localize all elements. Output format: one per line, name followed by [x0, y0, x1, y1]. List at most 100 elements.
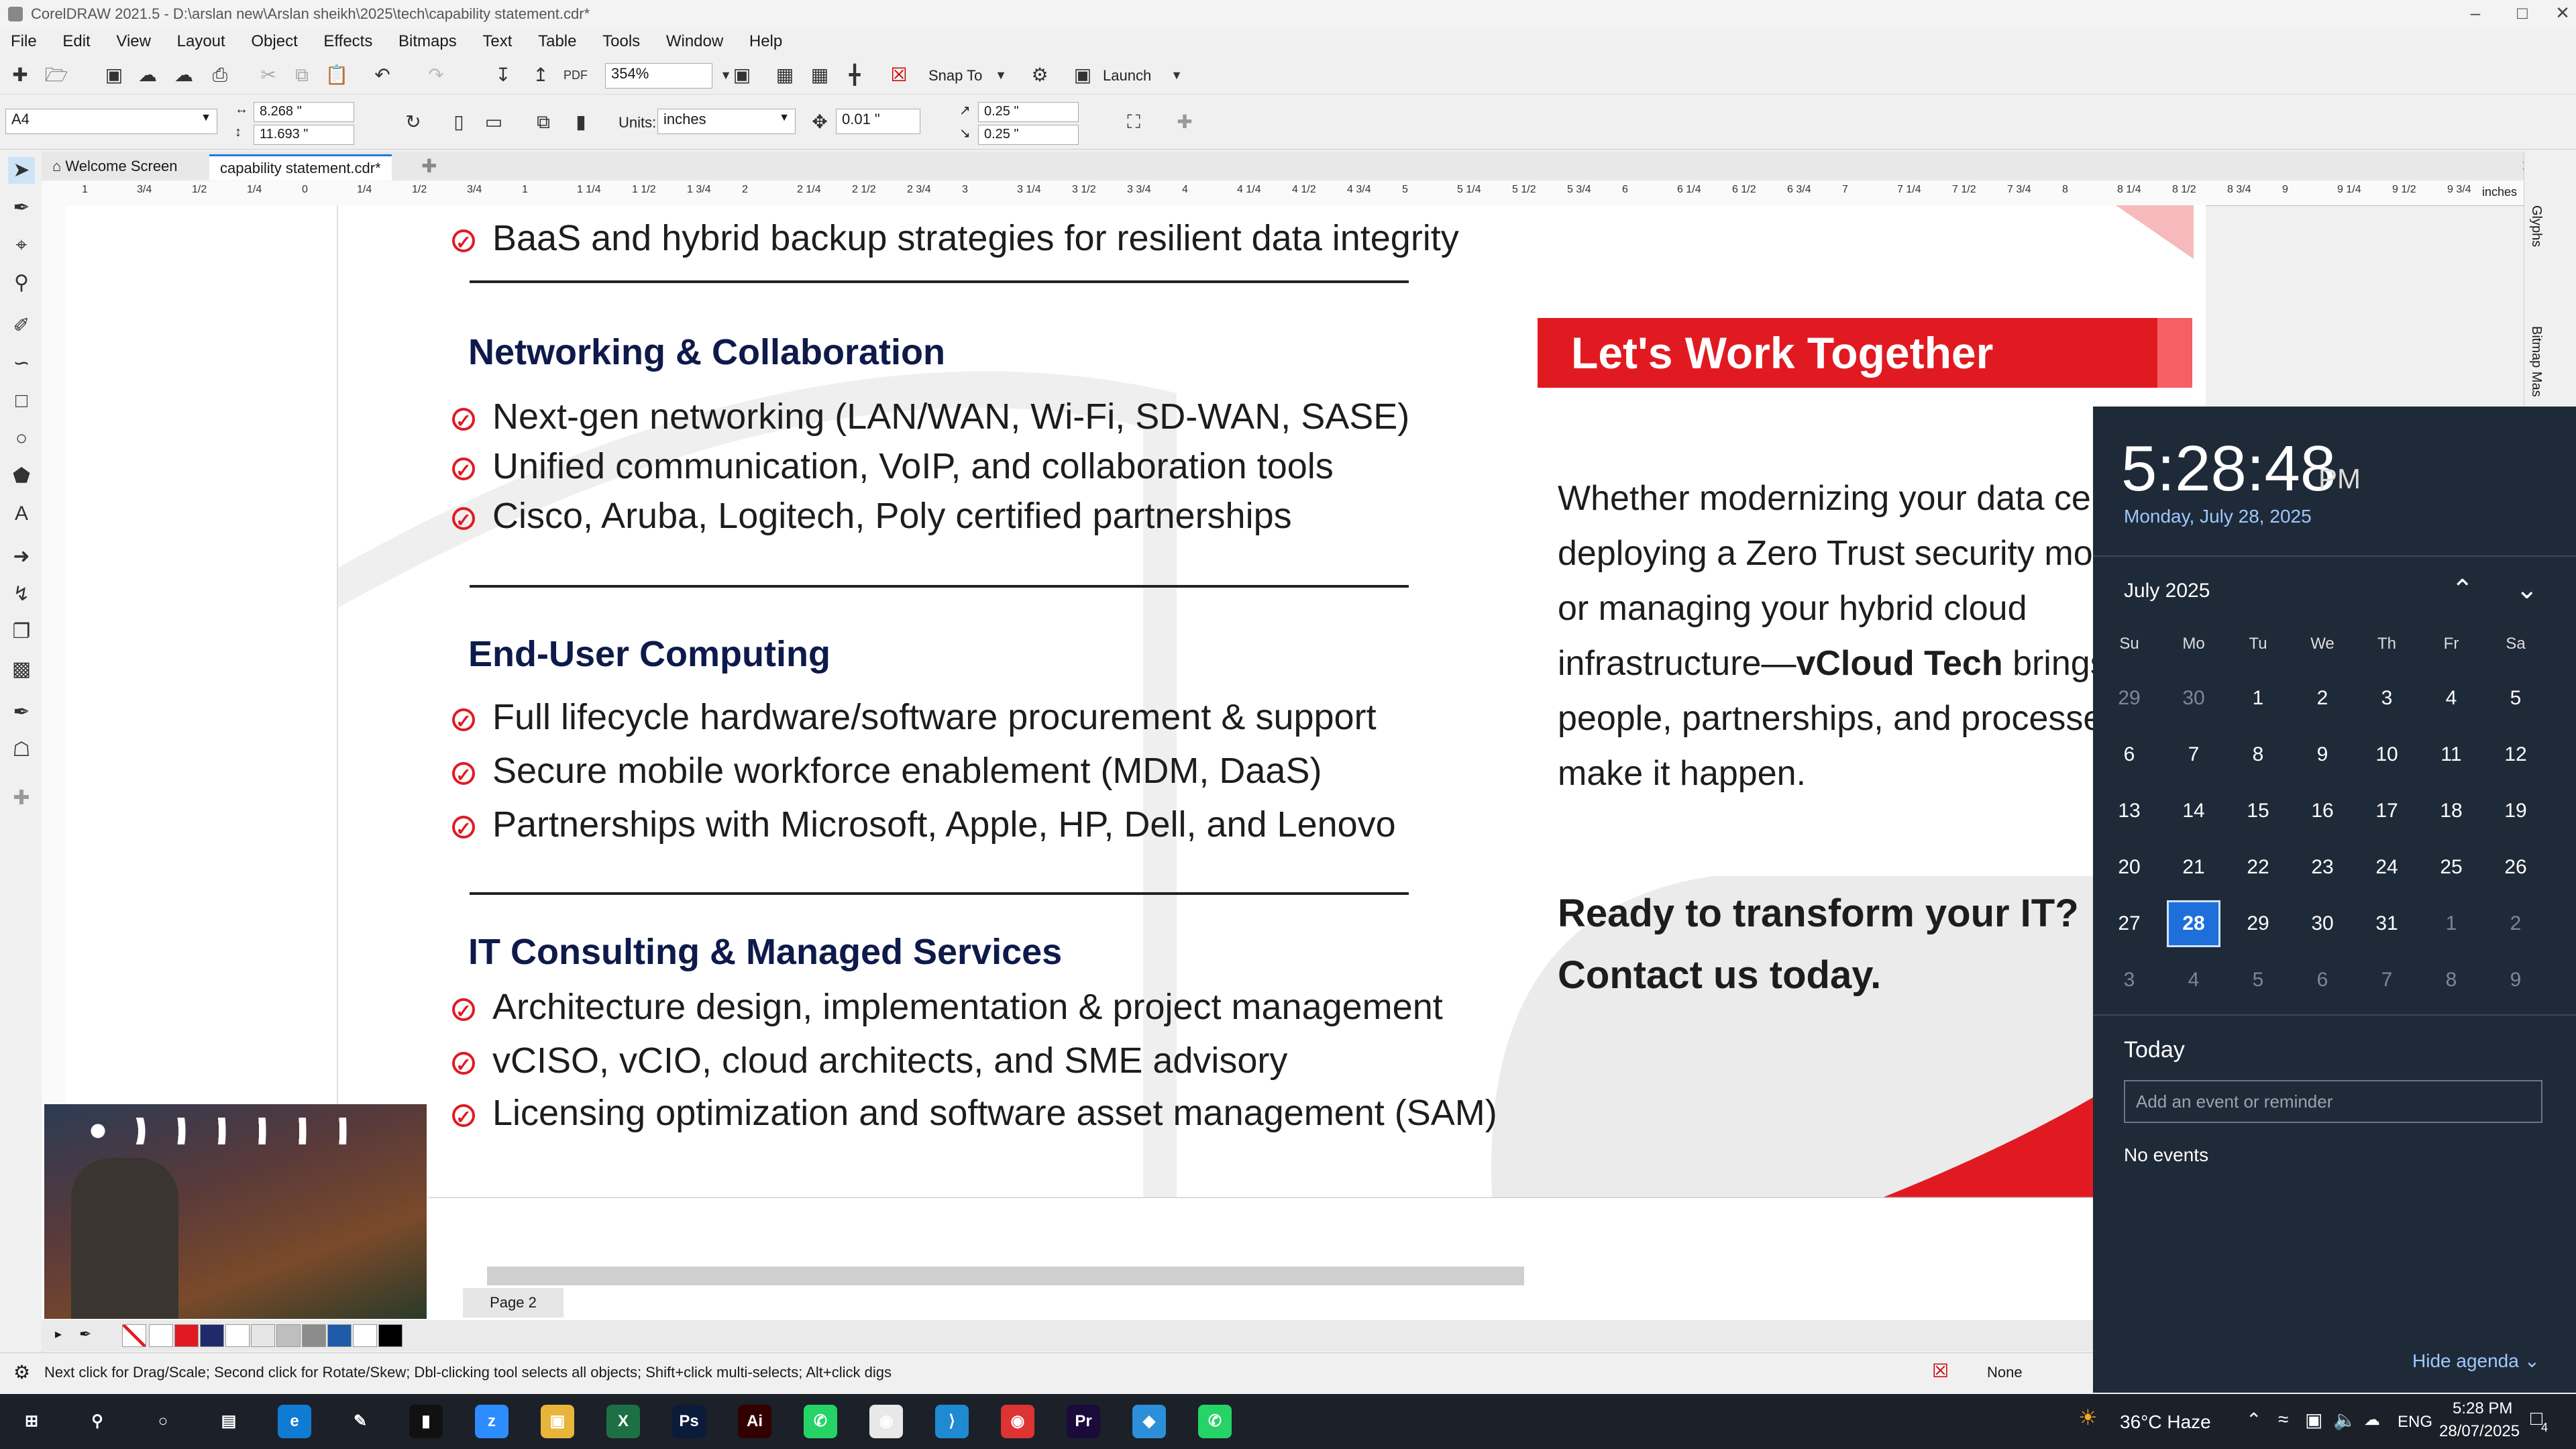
color-swatch[interactable] [327, 1324, 352, 1347]
palette-arrow-icon[interactable]: ▸ [55, 1326, 62, 1342]
taskbar-app-blue-icon[interactable]: ◆ [1132, 1405, 1166, 1438]
weather-text[interactable]: 36°C Haze [2120, 1411, 2211, 1433]
calendar-day[interactable]: 6 [2102, 743, 2156, 766]
calendar-day[interactable]: 3 [2360, 687, 2414, 710]
menu-window[interactable]: Window [655, 28, 734, 55]
calendar-day[interactable]: 5 [2231, 969, 2285, 991]
text-tool-icon[interactable]: A [8, 500, 35, 527]
add-tool-icon[interactable]: ✚ [8, 785, 35, 812]
landscape-icon[interactable]: ▭ [480, 109, 507, 136]
color-swatch[interactable] [149, 1324, 173, 1347]
calendar-day[interactable]: 10 [2360, 743, 2414, 766]
document-page[interactable]: ✓ BaaS and hybrid backup strategies for r… [337, 205, 2194, 1198]
launch-icon[interactable]: ▣ [1069, 62, 1096, 89]
shape-tool-icon[interactable]: ✒ [8, 195, 35, 221]
color-swatch[interactable] [200, 1324, 224, 1347]
new-document-icon[interactable]: ✚ [7, 62, 34, 89]
taskbar-start-icon[interactable]: ⊞ [15, 1405, 48, 1438]
calendar-day[interactable]: 8 [2424, 969, 2478, 991]
volume-icon[interactable]: 🔈 [2333, 1409, 2357, 1431]
taskbar-time[interactable]: 5:28 PM [2453, 1399, 2512, 1418]
portrait-icon[interactable]: ▯ [445, 109, 472, 136]
page-height-field[interactable]: 11.693 " [254, 125, 354, 145]
open-folder-icon[interactable]: 🗁 [43, 62, 70, 89]
calendar-day[interactable]: 30 [2296, 912, 2349, 935]
event-input[interactable]: Add an event or reminder [2124, 1080, 2542, 1123]
tray-expand-icon[interactable]: ⌃ [2246, 1409, 2261, 1431]
snap-to-label[interactable]: Snap To [928, 67, 982, 85]
calendar-day[interactable]: 26 [2489, 856, 2542, 879]
calendar-day[interactable]: 31 [2360, 912, 2414, 935]
crop-tool-icon[interactable]: ⌖ [8, 232, 35, 259]
duplicate-y-field[interactable]: 0.25 " [978, 125, 1079, 145]
menu-file[interactable]: File [0, 28, 48, 55]
snap-dropdown-chevron-icon[interactable]: ▼ [987, 62, 1014, 89]
curve-tool-icon[interactable]: ∽ [8, 350, 35, 377]
calendar-day[interactable]: 27 [2102, 912, 2156, 935]
wifi-icon[interactable]: ≈ [2278, 1409, 2288, 1430]
pick-tool-icon[interactable]: ➤ [8, 157, 35, 184]
close-button[interactable]: ✕ [2542, 3, 2576, 23]
calendar-day[interactable]: 11 [2424, 743, 2478, 766]
eyedropper-icon[interactable]: ✒ [79, 1326, 91, 1343]
menu-layout[interactable]: Layout [166, 28, 236, 55]
color-swatch[interactable] [225, 1324, 250, 1347]
launch-dropdown-chevron-icon[interactable]: ▼ [1163, 62, 1190, 89]
menu-effects[interactable]: Effects [313, 28, 383, 55]
nudge-distance-field[interactable]: 0.01 " [836, 109, 920, 134]
color-swatch[interactable] [378, 1324, 402, 1347]
treat-as-filled-icon[interactable]: ⛶ [1120, 109, 1147, 136]
snap-off-icon[interactable]: ☒ [885, 62, 912, 89]
calendar-day[interactable]: 2 [2296, 687, 2349, 710]
taskbar-excel-icon[interactable]: X [606, 1405, 640, 1438]
rectangle-tool-icon[interactable]: □ [8, 388, 35, 415]
taskbar-illustrator-icon[interactable]: Ai [738, 1405, 771, 1438]
language-indicator[interactable]: ENG [2398, 1413, 2432, 1432]
taskbar-cortana-icon[interactable]: ○ [146, 1405, 180, 1438]
all-pages-icon[interactable]: ⧉ [530, 109, 557, 136]
ellipse-tool-icon[interactable]: ○ [8, 425, 35, 452]
menu-text[interactable]: Text [472, 28, 523, 55]
transparency-tool-icon[interactable]: ▩ [8, 656, 35, 683]
taskbar-chrome-profile-icon[interactable]: ◉ [1001, 1405, 1034, 1438]
cloud-upload-icon[interactable]: ☁ [134, 62, 161, 89]
calendar-day[interactable]: 19 [2489, 800, 2542, 822]
redo-icon[interactable]: ↷ [423, 62, 449, 89]
calendar-day[interactable]: 29 [2231, 912, 2285, 935]
calendar-day[interactable]: 4 [2167, 969, 2220, 991]
calendar-day[interactable]: 14 [2167, 800, 2220, 822]
rulers-icon[interactable]: ▦ [771, 62, 798, 89]
color-swatch[interactable] [276, 1324, 301, 1347]
calendar-day[interactable]: 5 [2489, 687, 2542, 710]
status-gear-icon[interactable]: ⚙ [13, 1361, 30, 1383]
taskbar-whatsapp-icon[interactable]: ✆ [804, 1405, 837, 1438]
menu-view[interactable]: View [105, 28, 162, 55]
calendar-day[interactable]: 13 [2102, 800, 2156, 822]
calendar-day[interactable]: 18 [2424, 800, 2478, 822]
taskbar-date[interactable]: 28/07/2025 [2439, 1422, 2520, 1441]
calendar-day[interactable]: 30 [2167, 687, 2220, 710]
menu-tools[interactable]: Tools [592, 28, 651, 55]
grid-icon[interactable]: ▦ [806, 62, 833, 89]
taskbar-terminal-icon[interactable]: ▮ [409, 1405, 443, 1438]
paste-icon[interactable]: 📋 [323, 62, 350, 89]
calendar-day[interactable]: 17 [2360, 800, 2414, 822]
calendar-day[interactable]: 7 [2167, 743, 2220, 766]
menu-edit[interactable]: Edit [52, 28, 101, 55]
calendar-day[interactable]: 9 [2296, 743, 2349, 766]
cut-icon[interactable]: ✂ [255, 62, 282, 89]
calendar-day[interactable]: 25 [2424, 856, 2478, 879]
calendar-day[interactable]: 1 [2231, 687, 2285, 710]
calendar-day[interactable]: 22 [2231, 856, 2285, 879]
calendar-day[interactable]: 3 [2102, 969, 2156, 991]
dimension-tool-icon[interactable]: ➜ [8, 543, 35, 570]
page-orientation-icon[interactable]: ↻ [400, 109, 427, 136]
menu-help[interactable]: Help [739, 28, 793, 55]
polygon-tool-icon[interactable]: ⬟ [8, 463, 35, 490]
menu-object[interactable]: Object [240, 28, 308, 55]
horizontal-ruler[interactable]: 1 3/4 1/2 1/4 0 1/4 1/2 3/4 1 1 1/4 1 1/2 1 3/4 2 2 1… [42, 181, 2524, 206]
import-icon[interactable]: ↧ [490, 62, 517, 89]
taskbar-explorer-icon[interactable]: ▣ [541, 1405, 574, 1438]
page-size-select[interactable]: A4 ▼ [5, 109, 217, 134]
menu-table[interactable]: Table [527, 28, 587, 55]
